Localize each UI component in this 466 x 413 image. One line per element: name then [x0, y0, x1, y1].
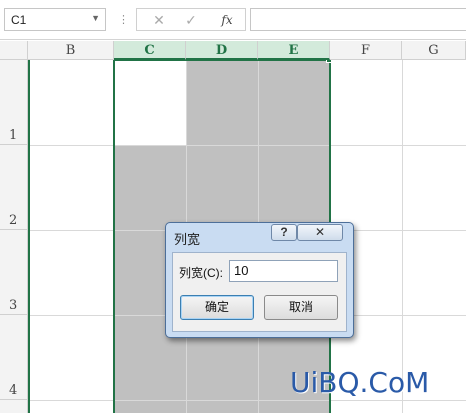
- help-icon[interactable]: ?: [271, 224, 297, 241]
- select-all-corner[interactable]: [0, 41, 28, 60]
- column-header-f[interactable]: F: [330, 41, 402, 60]
- formula-bar-grip: ⋮: [118, 14, 129, 26]
- row-header-2[interactable]: 2: [0, 145, 28, 230]
- dialog-body: 列宽(C): 10 确定 取消: [172, 252, 347, 332]
- row-header-3[interactable]: 3: [0, 230, 28, 315]
- column-header-c[interactable]: C: [114, 41, 186, 60]
- chevron-down-icon[interactable]: ▼: [91, 13, 100, 23]
- name-box[interactable]: C1 ▼: [4, 8, 106, 31]
- formula-buttons: ✕ ✓ fx: [136, 8, 246, 31]
- column-width-label: 列宽(C):: [179, 266, 223, 280]
- ok-button[interactable]: 确定: [180, 295, 254, 320]
- row-header-4[interactable]: 4: [0, 315, 28, 400]
- column-header-b[interactable]: B: [28, 41, 114, 60]
- column-header-e[interactable]: E: [258, 41, 330, 60]
- row-header-5[interactable]: [0, 400, 28, 413]
- column-width-dialog: 列宽 ? ✕ 列宽(C): 10 确定 取消: [165, 222, 354, 338]
- range-border-left: [28, 60, 30, 413]
- fill-handle[interactable]: [326, 60, 332, 63]
- cancel-icon[interactable]: ✕: [149, 12, 169, 28]
- formula-bar: C1 ▼ ⋮ ✕ ✓ fx: [0, 0, 466, 40]
- watermark: UiBQ.CoM: [290, 366, 430, 399]
- column-header-g[interactable]: G: [402, 41, 466, 60]
- row-header-1[interactable]: 1: [0, 60, 28, 145]
- cancel-button[interactable]: 取消: [264, 295, 338, 320]
- insert-function-icon[interactable]: fx: [217, 12, 237, 28]
- enter-icon[interactable]: ✓: [181, 12, 201, 28]
- dialog-title: 列宽: [174, 232, 201, 247]
- gridline: [402, 60, 403, 413]
- close-icon[interactable]: ✕: [297, 224, 343, 241]
- name-box-value: C1: [11, 13, 27, 27]
- column-header-d[interactable]: D: [186, 41, 258, 60]
- column-width-input[interactable]: 10: [229, 260, 338, 282]
- formula-input[interactable]: [250, 8, 466, 31]
